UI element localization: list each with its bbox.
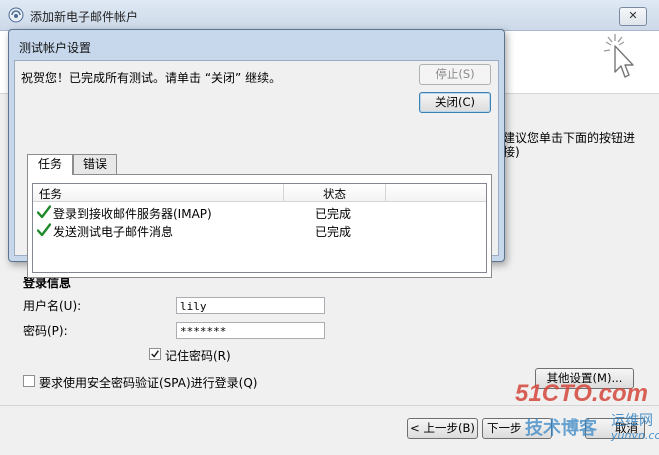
task-list: 任务 状态 登录到接收邮件服务器(IMAP) 已完成 发送测试电子邮件消息 已完… — [32, 183, 487, 273]
side-instruction-line2: 接) — [503, 145, 520, 159]
tab-tasks[interactable]: 任务 — [27, 154, 73, 175]
watermark-url: yunvn.com — [611, 429, 659, 442]
username-label: 用户名(U): — [23, 299, 82, 313]
dialog-message: 祝贺您！已完成所有测试。请单击 “关闭” 继续。 — [21, 71, 282, 85]
task-row[interactable]: 发送测试电子邮件消息 已完成 — [33, 221, 486, 239]
remember-password-checkbox[interactable] — [149, 348, 161, 360]
test-account-settings-dialog: 测试帐户设置 祝贺您！已完成所有测试。请单击 “关闭” 继续。 停止(S) 关闭… — [8, 29, 505, 278]
completed-check-icon — [37, 223, 51, 237]
side-instruction-line1: 建议您单击下面的按钮进 — [503, 131, 636, 145]
password-label: 密码(P): — [23, 324, 68, 338]
tab-errors[interactable]: 错误 — [73, 154, 117, 174]
watermark-blog: 技术博客 — [525, 418, 597, 438]
cursor-sparkle-icon — [603, 34, 634, 78]
back-button[interactable]: < 上一步(B) — [407, 418, 478, 439]
task-list-header: 任务 状态 — [33, 184, 486, 202]
task-name: 登录到接收邮件服务器(IMAP) — [53, 207, 212, 221]
outlook-mail-icon — [8, 7, 24, 23]
stop-button[interactable]: 停止(S) — [419, 64, 491, 85]
close-button[interactable]: 关闭(C) — [419, 92, 491, 113]
dialog-client-area: 祝贺您！已完成所有测试。请单击 “关闭” 继续。 停止(S) 关闭(C) 任务 … — [14, 60, 499, 278]
dialog-title: 测试帐户设置 — [19, 41, 92, 55]
task-status: 已完成 — [315, 225, 352, 239]
completed-check-icon — [37, 205, 51, 219]
main-close-button[interactable]: ✕ — [619, 7, 647, 26]
main-titlebar: 添加新电子邮件帐户 ✕ — [0, 0, 659, 31]
password-input[interactable]: ******* — [176, 322, 325, 339]
task-row[interactable]: 登录到接收邮件服务器(IMAP) 已完成 — [33, 203, 486, 221]
watermark: 51CTO.com 技术博客 运维网 yunvn.com — [515, 380, 659, 455]
spa-label: 要求使用安全密码验证(SPA)进行登录(Q) — [39, 376, 258, 390]
task-name: 发送测试电子邮件消息 — [53, 225, 174, 239]
column-separator — [283, 184, 284, 201]
task-status: 已完成 — [315, 207, 352, 221]
watermark-yunwei: 运维网 — [611, 413, 653, 429]
main-window-title: 添加新电子邮件帐户 — [30, 10, 139, 24]
column-header-status[interactable]: 状态 — [323, 186, 346, 202]
column-header-task[interactable]: 任务 — [39, 186, 62, 202]
tasks-tab-panel: 任务 状态 登录到接收邮件服务器(IMAP) 已完成 发送测试电子邮件消息 已完… — [27, 174, 492, 278]
remember-password-label: 记住密码(R) — [165, 349, 231, 363]
checkmark-icon — [151, 350, 159, 358]
spa-checkbox[interactable] — [23, 375, 35, 387]
watermark-51cto: 51CTO.com — [515, 380, 648, 407]
dialog-titlebar: 测试帐户设置 — [9, 30, 504, 56]
column-separator — [385, 184, 386, 201]
username-input[interactable]: lily — [176, 297, 325, 314]
